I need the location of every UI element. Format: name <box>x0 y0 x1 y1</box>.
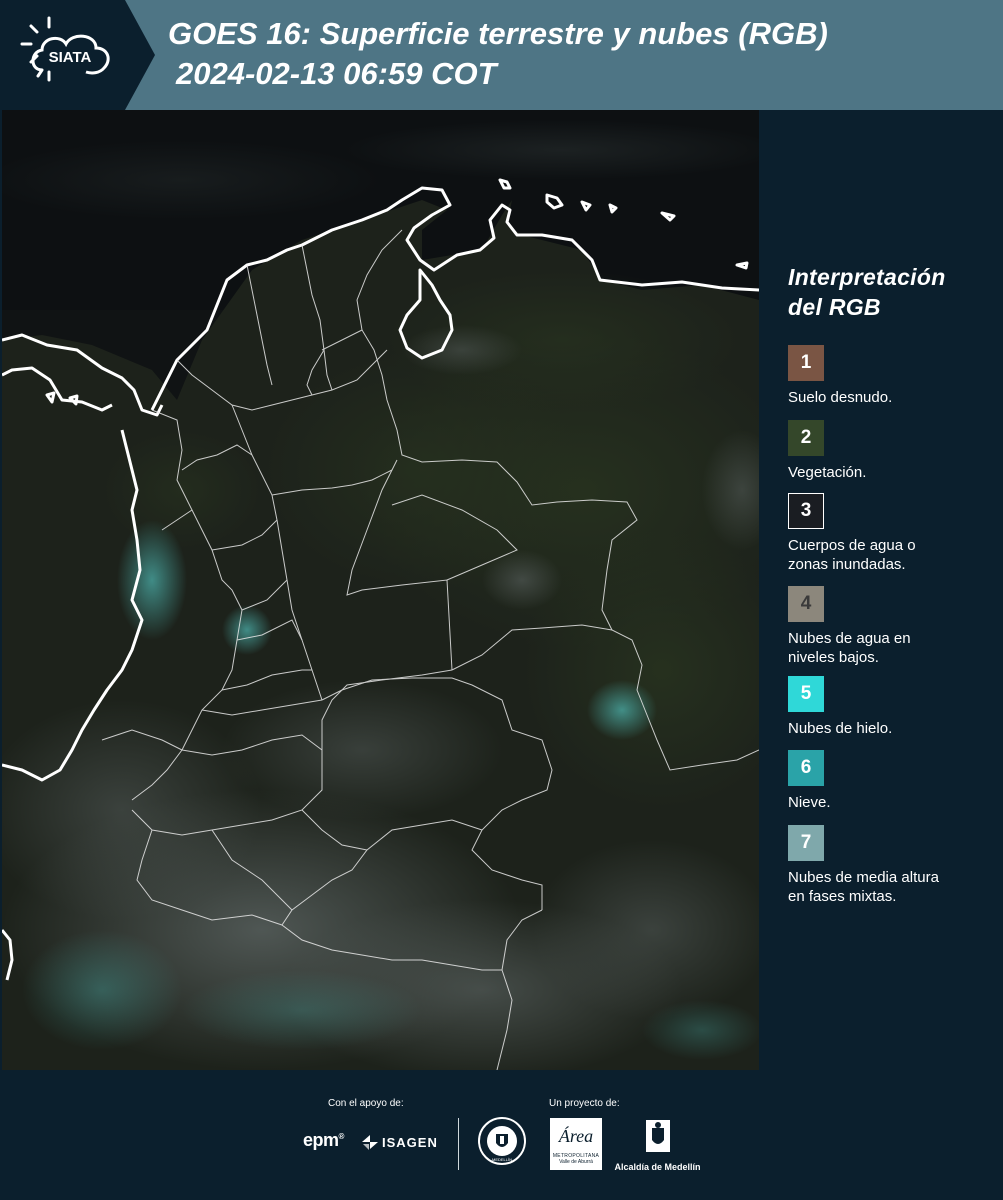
legend-label-7: Nubes de media altura en fases mixtas. <box>788 869 939 905</box>
legend-swatch-6: 6 <box>788 750 824 786</box>
legend-item-5: 5 Nubes de hielo. <box>788 676 993 738</box>
legend-label-3: Cuerpos de agua o zonas inundadas. <box>788 537 916 573</box>
siata-logo: SIATA <box>0 0 155 110</box>
legend-item-2: 2 Vegetación. <box>788 420 993 482</box>
shield-icon <box>645 1120 670 1152</box>
page-title: GOES 16: Superficie terrestre y nubes (R… <box>168 14 828 94</box>
legend-title: Interpretación del RGB <box>788 262 946 322</box>
legend-panel: Interpretación del RGB 1 Suelo desnudo. … <box>760 110 1003 1070</box>
seal-icon: MEDELLÍN <box>478 1117 526 1165</box>
legend-swatch-3: 3 <box>788 493 824 529</box>
legend-item-4: 4 Nubes de agua en niveles bajos. <box>788 586 993 667</box>
legend-item-7: 7 Nubes de media altura en fases mixtas. <box>788 825 993 906</box>
legend-label-1: Suelo desnudo. <box>788 389 893 406</box>
legend-label-2: Vegetación. <box>788 464 867 481</box>
legend-item-3: 3 Cuerpos de agua o zonas inundadas. <box>788 493 993 574</box>
footer-divider <box>458 1118 459 1170</box>
legend-swatch-5: 5 <box>788 676 824 712</box>
isagen-mark-icon <box>362 1135 378 1150</box>
legend-title-line-1: Interpretación <box>788 264 946 290</box>
legend-label-5: Nubes de hielo. <box>788 720 893 737</box>
medellin-seal: MEDELLÍN <box>477 1116 527 1171</box>
legend-swatch-4: 4 <box>788 586 824 622</box>
legend-swatch-2: 2 <box>788 420 824 456</box>
satellite-map <box>2 110 759 1070</box>
footer: Con el apoyo de: Un proyecto de: epm® IS… <box>0 1070 1003 1200</box>
legend-item-1: 1 Suelo desnudo. <box>788 345 993 407</box>
alcaldia-logo: Alcaldía de Medellín <box>610 1118 705 1172</box>
legend-title-line-2: del RGB <box>788 294 881 320</box>
title-line-1: GOES 16: Superficie terrestre y nubes (R… <box>168 16 828 51</box>
title-timestamp: 2024-02-13 06:59 COT <box>176 56 497 91</box>
area-metropolitana-logo: Área METROPOLITANA Valle de Aburrá <box>550 1118 602 1170</box>
legend-swatch-1: 1 <box>788 345 824 381</box>
support-label: Con el apoyo de: <box>328 1098 404 1109</box>
legend-item-6: 6 Nieve. <box>788 750 993 812</box>
epm-logo: epm® <box>303 1130 344 1150</box>
header-bar: SIATA GOES 16: Superficie terrestre y nu… <box>0 0 1003 110</box>
project-label: Un proyecto de: <box>549 1098 620 1109</box>
legend-label-6: Nieve. <box>788 794 831 811</box>
legend-swatch-7: 7 <box>788 825 824 861</box>
legend-label-4: Nubes de agua en niveles bajos. <box>788 630 911 666</box>
siata-logo-text: SIATA <box>49 49 92 66</box>
isagen-logo: ISAGEN <box>360 1133 438 1151</box>
seal-text: MEDELLÍN <box>492 1157 512 1162</box>
